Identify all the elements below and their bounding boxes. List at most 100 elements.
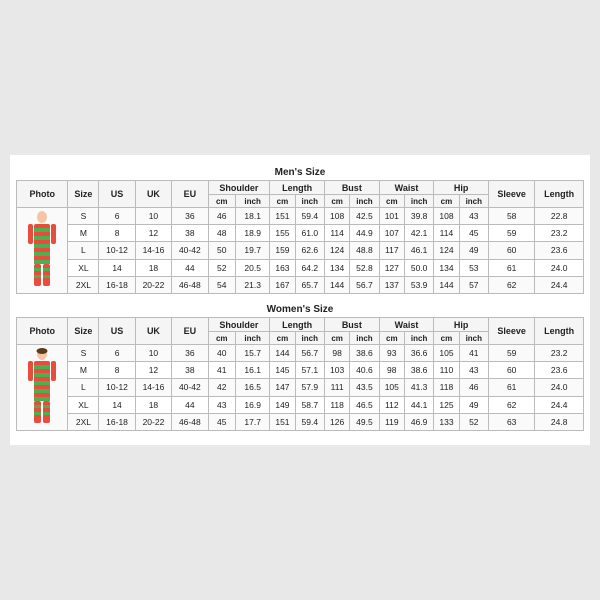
hip-cm-cell: 134 <box>434 259 459 276</box>
bust-cm-cell: 98 <box>324 345 349 362</box>
womens-shoulder-cm: cm <box>208 332 235 345</box>
bust-inch-cell: 40.6 <box>350 362 379 379</box>
size-cell: 2XL <box>68 413 99 430</box>
womens-sleeve-length-header: Length <box>535 318 584 345</box>
length-cm-cell: 144 <box>270 345 295 362</box>
waist-inch-cell: 46.9 <box>404 413 433 430</box>
sleeve-cm-cell: 58 <box>489 208 535 225</box>
bust-inch-cell: 44.9 <box>350 225 379 242</box>
shoulder-cm-cell: 43 <box>208 396 235 413</box>
mens-eu-header: EU <box>172 181 208 208</box>
hip-cm-cell: 110 <box>434 362 459 379</box>
table-row: 2XL16-1820-2246-484517.715159.412649.511… <box>17 413 584 430</box>
length-cm-cell: 151 <box>270 208 295 225</box>
size-cell: 2XL <box>68 276 99 293</box>
mens-length-header: Length <box>270 181 325 195</box>
sleeve-cm-cell: 63 <box>489 413 535 430</box>
hip-cm-cell: 124 <box>434 242 459 259</box>
womens-hip-inch: inch <box>459 332 488 345</box>
length-inch-cell: 61.0 <box>295 225 324 242</box>
length-cm-cell: 151 <box>270 413 295 430</box>
waist-cm-cell: 107 <box>379 225 404 242</box>
eu-cell: 46-48 <box>172 413 208 430</box>
table-row: S610364618.115159.410842.510139.81084358… <box>17 208 584 225</box>
sleeve-cm-cell: 61 <box>489 259 535 276</box>
mens-title: Men's Size <box>16 163 584 180</box>
bust-cm-cell: 144 <box>324 276 349 293</box>
hip-inch-cell: 52 <box>459 413 488 430</box>
eu-cell: 40-42 <box>172 379 208 396</box>
length-cm-cell: 149 <box>270 396 295 413</box>
size-cell: XL <box>68 259 99 276</box>
shoulder-cm-cell: 48 <box>208 225 235 242</box>
waist-cm-cell: 112 <box>379 396 404 413</box>
mens-size-header: Size <box>68 181 99 208</box>
womens-us-header: US <box>99 318 135 345</box>
sleeve-inch-cell: 23.6 <box>535 242 584 259</box>
sleeve-cm-cell: 60 <box>489 242 535 259</box>
size-cell: S <box>68 345 99 362</box>
hip-inch-cell: 43 <box>459 362 488 379</box>
bust-inch-cell: 43.5 <box>350 379 379 396</box>
length-cm-cell: 155 <box>270 225 295 242</box>
shoulder-cm-cell: 45 <box>208 413 235 430</box>
shoulder-inch-cell: 20.5 <box>235 259 269 276</box>
shoulder-cm-cell: 52 <box>208 259 235 276</box>
us-cell: 6 <box>99 345 135 362</box>
bust-cm-cell: 124 <box>324 242 349 259</box>
us-cell: 16-18 <box>99 276 135 293</box>
waist-inch-cell: 41.3 <box>404 379 433 396</box>
eu-cell: 44 <box>172 396 208 413</box>
womens-waist-cm: cm <box>379 332 404 345</box>
size-cell: XL <box>68 396 99 413</box>
shoulder-inch-cell: 18.9 <box>235 225 269 242</box>
shoulder-cm-cell: 42 <box>208 379 235 396</box>
hip-inch-cell: 41 <box>459 345 488 362</box>
sleeve-inch-cell: 23.2 <box>535 345 584 362</box>
uk-cell: 12 <box>135 362 171 379</box>
mens-hip-header: Hip <box>434 181 489 195</box>
eu-cell: 36 <box>172 345 208 362</box>
length-inch-cell: 59.4 <box>295 413 324 430</box>
shoulder-inch-cell: 15.7 <box>235 345 269 362</box>
us-cell: 14 <box>99 259 135 276</box>
bust-cm-cell: 114 <box>324 225 349 242</box>
table-row: M812384818.915561.011444.910742.11144559… <box>17 225 584 242</box>
table-row: XL1418445220.516364.213452.812750.013453… <box>17 259 584 276</box>
length-cm-cell: 163 <box>270 259 295 276</box>
photo-cell <box>17 345 68 431</box>
womens-bust-inch: inch <box>350 332 379 345</box>
us-cell: 14 <box>99 396 135 413</box>
waist-inch-cell: 44.1 <box>404 396 433 413</box>
sleeve-inch-cell: 24.0 <box>535 379 584 396</box>
womens-title: Women's Size <box>16 300 584 317</box>
sleeve-cm-cell: 61 <box>489 379 535 396</box>
sleeve-cm-cell: 59 <box>489 345 535 362</box>
length-inch-cell: 62.6 <box>295 242 324 259</box>
table-row: S610364015.714456.79838.69336.6105415923… <box>17 345 584 362</box>
womens-size-header: Size <box>68 318 99 345</box>
womens-bust-cm: cm <box>324 332 349 345</box>
shoulder-inch-cell: 16.1 <box>235 362 269 379</box>
bust-cm-cell: 108 <box>324 208 349 225</box>
shoulder-inch-cell: 18.1 <box>235 208 269 225</box>
womens-bust-header: Bust <box>324 318 379 332</box>
hip-cm-cell: 114 <box>434 225 459 242</box>
mens-bust-inch: inch <box>350 195 379 208</box>
uk-cell: 10 <box>135 208 171 225</box>
shoulder-inch-cell: 21.3 <box>235 276 269 293</box>
sleeve-cm-cell: 62 <box>489 276 535 293</box>
length-cm-cell: 145 <box>270 362 295 379</box>
bust-inch-cell: 38.6 <box>350 345 379 362</box>
shoulder-inch-cell: 16.5 <box>235 379 269 396</box>
eu-cell: 36 <box>172 208 208 225</box>
sleeve-inch-cell: 23.6 <box>535 362 584 379</box>
mens-length-inch: inch <box>295 195 324 208</box>
hip-inch-cell: 46 <box>459 379 488 396</box>
womens-length-inch: inch <box>295 332 324 345</box>
shoulder-inch-cell: 16.9 <box>235 396 269 413</box>
mens-photo-header: Photo <box>17 181 68 208</box>
bust-inch-cell: 52.8 <box>350 259 379 276</box>
womens-eu-header: EU <box>172 318 208 345</box>
womens-uk-header: UK <box>135 318 171 345</box>
